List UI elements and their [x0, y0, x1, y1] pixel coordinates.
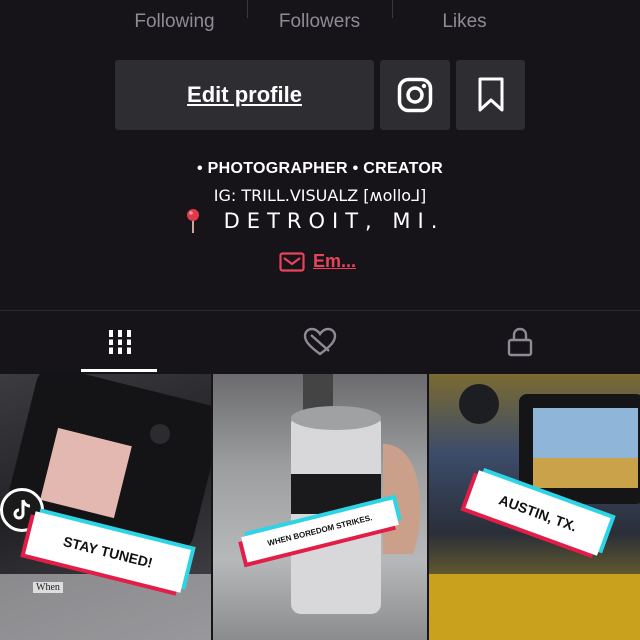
profile-stats: Following Followers Likes: [0, 0, 640, 48]
mail-icon: [279, 251, 305, 272]
tab-private[interactable]: [413, 312, 626, 372]
video-caption-fragment: When: [33, 582, 63, 593]
tab-videos[interactable]: [13, 312, 226, 372]
edit-profile-button[interactable]: Edit profile: [115, 60, 374, 130]
tab-liked[interactable]: [213, 312, 426, 372]
stat-followers-label: Followers: [278, 11, 361, 32]
tabs-divider: [0, 310, 640, 311]
bio-location: DETROIT, MI.: [223, 209, 445, 233]
instagram-icon: [397, 77, 433, 113]
favorites-button[interactable]: [456, 60, 525, 130]
video-thumbnail-1[interactable]: [0, 374, 211, 640]
instagram-button[interactable]: [380, 60, 450, 130]
email-label: Em...: [313, 251, 357, 271]
video-thumbnail-2[interactable]: [213, 374, 427, 640]
stat-following-label: Following: [134, 11, 215, 32]
liked-videos-icon: [303, 327, 336, 356]
videos-grid-icon: [106, 330, 133, 354]
active-tab-indicator: [81, 369, 157, 372]
bio-line-2: IG: TRILL.VISUALZ [ʍollo⅃]: [213, 186, 427, 205]
lock-icon: [507, 327, 532, 357]
stat-likes-label: Likes: [442, 11, 487, 32]
bio-line-1: • PHOTOGRAPHER • CREATOR: [197, 160, 443, 177]
email-link[interactable]: Em...: [279, 251, 356, 272]
edit-profile-label: Edit profile: [187, 82, 302, 107]
bookmark-icon: [478, 77, 503, 112]
cup-illustration: [291, 374, 421, 614]
